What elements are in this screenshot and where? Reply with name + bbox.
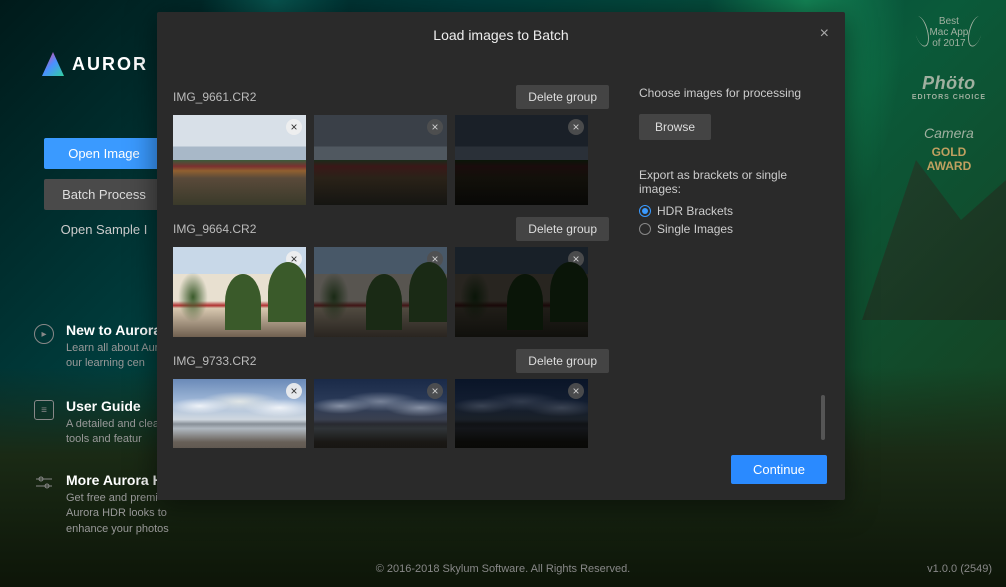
group-filename: IMG_9661.CR2	[173, 90, 256, 104]
remove-thumb-icon[interactable]: ×	[427, 119, 443, 135]
remove-thumb-icon[interactable]: ×	[286, 119, 302, 135]
aurora-logo-icon	[42, 52, 64, 76]
modal-header: Load images to Batch ×	[157, 12, 845, 53]
open-image-button[interactable]: Open Image	[44, 138, 164, 169]
app-logo-text: AUROR	[72, 54, 148, 75]
remove-thumb-icon[interactable]: ×	[286, 251, 302, 267]
delete-group-button[interactable]: Delete group	[516, 349, 609, 373]
thumbnail[interactable]: ×	[314, 379, 447, 448]
thumbnail[interactable]: ×	[173, 115, 306, 205]
thumbnail[interactable]: ×	[455, 247, 588, 337]
options-panel: Choose images for processing Browse Expo…	[609, 53, 829, 448]
browse-button[interactable]: Browse	[639, 114, 711, 140]
copyright-footer: © 2016-2018 Skylum Software. All Rights …	[0, 563, 1006, 575]
award-best-mac-app: Best Mac App of 2017	[912, 16, 986, 49]
award-photo: Phöto EDITORS CHOICE	[912, 73, 986, 101]
image-group: IMG_9664.CR2 Delete group × × ×	[173, 217, 609, 337]
open-sample-link[interactable]: Open Sample I	[44, 222, 164, 237]
awards-section: Best Mac App of 2017 Phöto EDITORS CHOIC…	[912, 16, 986, 188]
image-group: IMG_9733.CR2 Delete group × × ×	[173, 349, 609, 448]
thumbnail[interactable]: ×	[173, 247, 306, 337]
app-logo: AUROR	[42, 52, 148, 76]
remove-thumb-icon[interactable]: ×	[427, 383, 443, 399]
choose-images-label: Choose images for processing	[639, 86, 829, 100]
thumbnail[interactable]: ×	[314, 115, 447, 205]
batch-load-modal: Load images to Batch × IMG_9661.CR2 Dele…	[157, 12, 845, 500]
remove-thumb-icon[interactable]: ×	[568, 383, 584, 399]
thumbnail[interactable]: ×	[173, 379, 306, 448]
remove-thumb-icon[interactable]: ×	[427, 251, 443, 267]
delete-group-button[interactable]: Delete group	[516, 85, 609, 109]
image-group: IMG_9661.CR2 Delete group × × ×	[173, 85, 609, 205]
radio-label: Single Images	[657, 222, 733, 236]
batch-process-button[interactable]: Batch Process	[44, 179, 164, 210]
radio-hdr-brackets[interactable]: HDR Brackets	[639, 204, 829, 218]
play-icon: ▸	[34, 324, 54, 344]
remove-thumb-icon[interactable]: ×	[568, 119, 584, 135]
remove-thumb-icon[interactable]: ×	[286, 383, 302, 399]
radio-label: HDR Brackets	[657, 204, 733, 218]
thumbnail[interactable]: ×	[314, 247, 447, 337]
version-label: v1.0.0 (2549)	[927, 563, 992, 575]
continue-button[interactable]: Continue	[731, 455, 827, 484]
scrollbar-thumb[interactable]	[821, 395, 825, 440]
export-options-label: Export as brackets or single images:	[639, 168, 829, 196]
sidebar: Open Image Batch Process Open Sample I	[44, 138, 164, 237]
thumbnail[interactable]: ×	[455, 379, 588, 448]
radio-icon	[639, 205, 651, 217]
delete-group-button[interactable]: Delete group	[516, 217, 609, 241]
radio-single-images[interactable]: Single Images	[639, 222, 829, 236]
sliders-icon	[34, 474, 54, 494]
award-camera-gold: Camera GOLD AWARD	[912, 125, 986, 174]
radio-icon	[639, 223, 651, 235]
thumbnail[interactable]: ×	[455, 115, 588, 205]
modal-title: Load images to Batch	[433, 27, 568, 43]
close-icon[interactable]: ×	[820, 26, 829, 42]
group-filename: IMG_9664.CR2	[173, 222, 256, 236]
image-groups-panel: IMG_9661.CR2 Delete group × × × IMG_9664…	[173, 53, 609, 448]
remove-thumb-icon[interactable]: ×	[568, 251, 584, 267]
document-icon: ≡	[34, 400, 54, 420]
group-filename: IMG_9733.CR2	[173, 354, 256, 368]
